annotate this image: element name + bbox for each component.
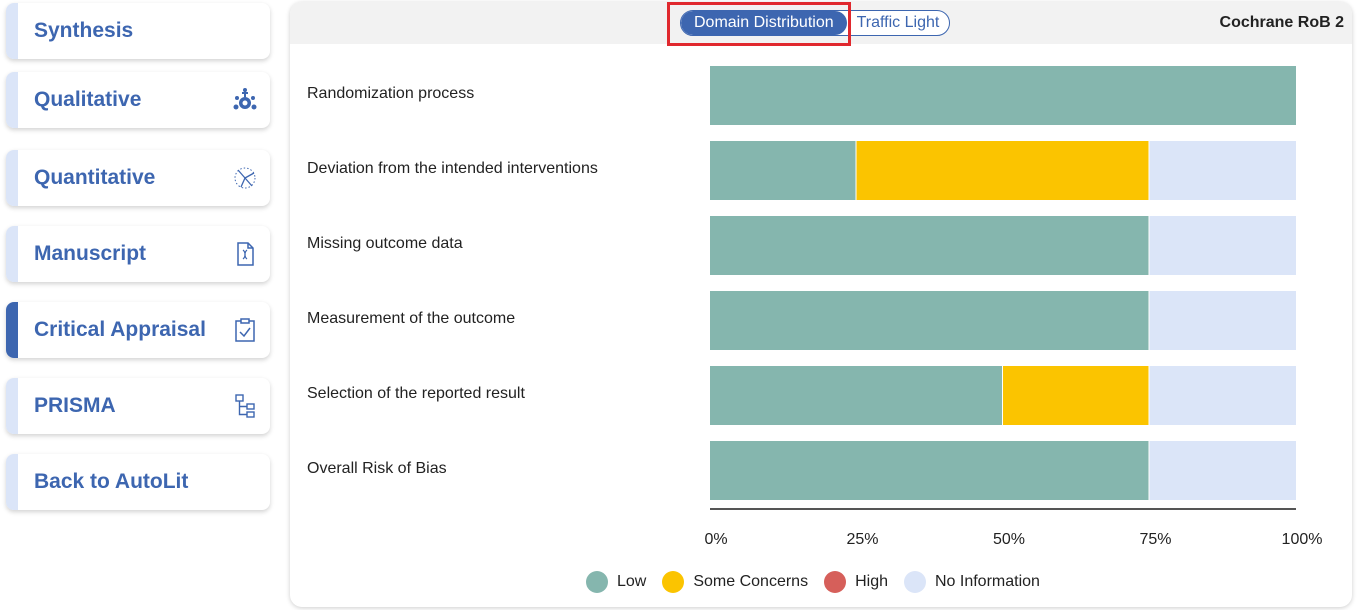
- x-tick-label: 100%: [1281, 531, 1323, 548]
- clipboard-check-icon: [232, 317, 258, 343]
- legend-swatch: [903, 571, 926, 593]
- chart-svg: [710, 66, 1296, 510]
- qualitative-network-icon: [232, 87, 258, 113]
- bar-segment-no-information: [1149, 441, 1296, 500]
- sidebar-item-quantitative[interactable]: Quantitative: [6, 150, 270, 206]
- sidebar-item-label: Manuscript: [34, 242, 147, 265]
- bar-segment-low: [710, 366, 1002, 425]
- x-tick-label: 50%: [992, 531, 1026, 548]
- sidebar-item-accent: [6, 454, 18, 510]
- sidebar-item-accent: [6, 3, 18, 59]
- bar-segment-low: [710, 291, 1149, 350]
- sidebar: Synthesis Qualitative Quantitative Manuscri…: [0, 0, 280, 610]
- sidebar-item-back-to-autolit[interactable]: Back to AutoLit: [6, 454, 270, 510]
- bar-segment-some-concerns: [1003, 366, 1149, 425]
- sidebar-item-label: Critical Appraisal: [34, 318, 206, 341]
- legend-label: High: [855, 573, 888, 590]
- sidebar-item-prisma[interactable]: PRISMA: [6, 378, 270, 434]
- bar-segment-low: [710, 441, 1149, 500]
- bar-segment-no-information: [1149, 141, 1296, 200]
- bar-segment-some-concerns: [856, 141, 1149, 200]
- sidebar-item-accent: [6, 302, 18, 358]
- quantitative-scatter-icon: [232, 165, 258, 191]
- bar-segment-low: [710, 141, 856, 200]
- x-tick-label: 25%: [846, 531, 879, 548]
- bar-segment-no-information: [1149, 366, 1296, 425]
- sidebar-item-qualitative[interactable]: Qualitative: [6, 72, 270, 128]
- sidebar-item-accent: [6, 378, 18, 434]
- legend-label: Some Concerns: [693, 573, 809, 590]
- sidebar-item-manuscript[interactable]: Manuscript: [6, 226, 270, 282]
- x-tick-label: 75%: [1139, 531, 1172, 548]
- legend-item-low: Low: [586, 571, 646, 593]
- legend-label: Low: [617, 573, 647, 590]
- legend-swatch: [824, 571, 847, 593]
- legend-item-no-information: No Information: [903, 571, 1040, 593]
- sidebar-item-label: Qualitative: [34, 88, 142, 111]
- sidebar-item-label: Quantitative: [34, 166, 156, 189]
- legend-swatch: [586, 571, 608, 593]
- bar-segment-low: [710, 216, 1149, 275]
- manuscript-document-icon: [232, 241, 258, 267]
- sidebar-item-critical-appraisal[interactable]: Critical Appraisal: [6, 302, 270, 358]
- bar-segment-no-information: [1149, 291, 1296, 350]
- flowchart-icon: [232, 393, 258, 419]
- sidebar-item-accent: [6, 72, 18, 128]
- legend-item-high: High: [824, 571, 888, 593]
- x-tick-label: 0%: [704, 531, 728, 548]
- bar-segment-no-information: [1149, 216, 1296, 275]
- risk-of-bias-panel: Domain Distribution Traffic Light Cochra…: [290, 2, 1352, 607]
- sidebar-item-accent: [6, 226, 18, 282]
- chart-legend: Low Some Concerns High No Information: [586, 571, 1056, 593]
- sidebar-item-synthesis[interactable]: Synthesis: [6, 3, 270, 59]
- sidebar-item-label: Back to AutoLit: [34, 470, 189, 493]
- sidebar-item-label: Synthesis: [34, 19, 134, 42]
- sidebar-item-label: PRISMA: [34, 394, 116, 417]
- legend-item-some-concerns: Some Concerns: [662, 571, 808, 593]
- bar-segment-low: [710, 66, 1296, 125]
- legend-swatch: [662, 571, 685, 593]
- sidebar-item-accent: [6, 150, 18, 206]
- legend-label: No Information: [934, 573, 1040, 590]
